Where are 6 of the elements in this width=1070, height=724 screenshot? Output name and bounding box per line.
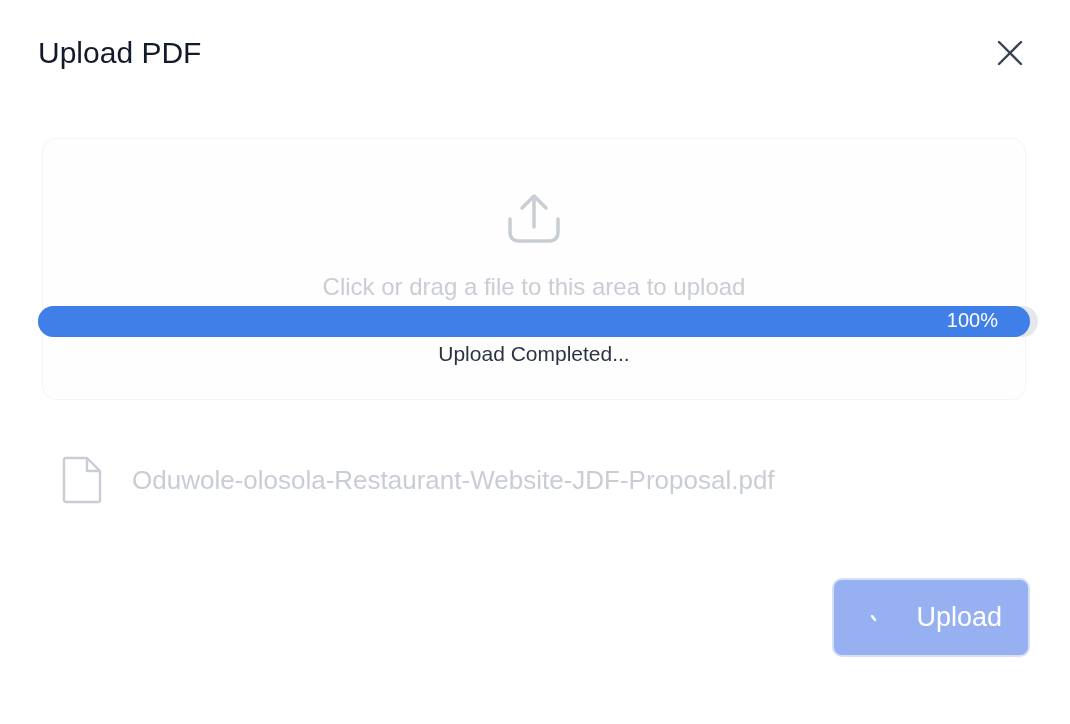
file-icon — [62, 456, 102, 504]
upload-icon — [507, 193, 561, 245]
progress-percent: 100% — [946, 309, 998, 332]
close-icon[interactable] — [996, 39, 1024, 67]
upload-status: Upload Completed... — [438, 342, 630, 366]
dialog-title: Upload PDF — [38, 36, 202, 70]
